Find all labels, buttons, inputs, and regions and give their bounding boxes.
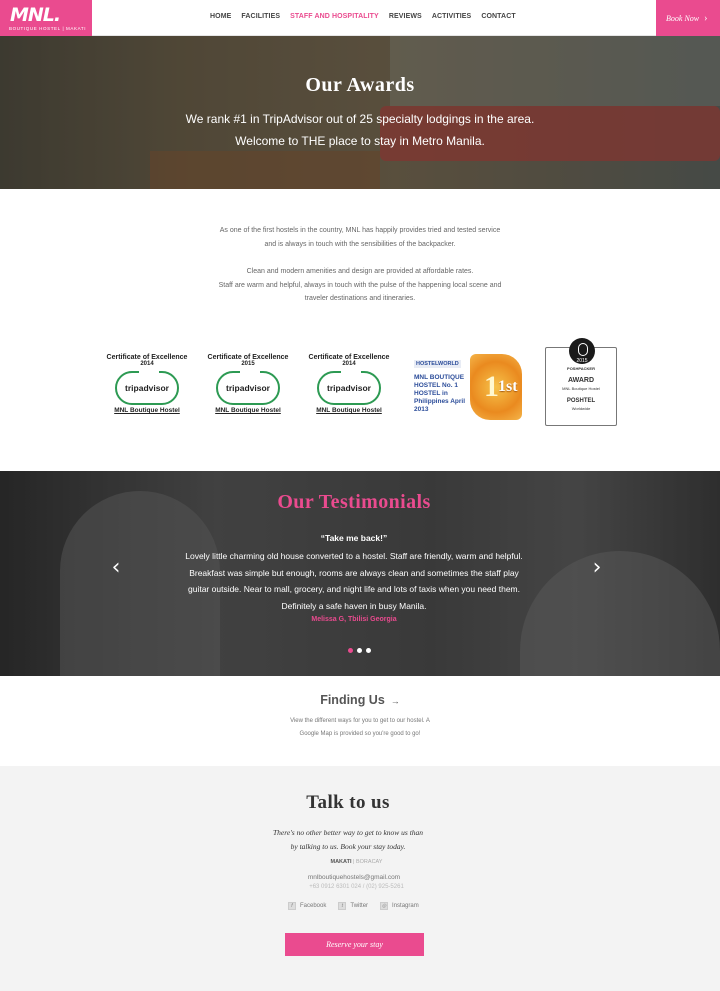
nav-activities[interactable]: ACTIVITIES — [432, 13, 472, 20]
posh-category: POSHTEL — [566, 398, 596, 404]
tripadvisor-owl-icon: tripadvisor — [317, 370, 381, 405]
main-menu: HOME FACILITIES STAFF AND HOSPITALITY RE… — [210, 13, 526, 20]
facebook-icon: f — [288, 902, 296, 910]
tripadvisor-owl-icon: tripadvisor — [115, 370, 179, 405]
cert-brand: tripadvisor — [327, 383, 371, 393]
cert-name: MNL Boutique Hostel — [114, 407, 180, 414]
award-number: 1 — [484, 370, 499, 403]
quote-author: Melissa G, Tbilisi Georgia — [311, 616, 397, 623]
cert-year: 2014 — [140, 361, 154, 367]
instagram-icon: ◎ — [380, 902, 389, 910]
top-nav: MNL. BOUTIQUE HOSTEL | MAKATI HOME FACIL… — [0, 0, 720, 36]
slider-dot[interactable] — [357, 648, 362, 653]
instagram-label: Instagram — [392, 903, 419, 909]
chevron-right-icon: › — [704, 12, 708, 24]
cert-name: MNL Boutique Hostel — [215, 407, 281, 414]
nav-facilities[interactable]: FACILITIES — [241, 13, 280, 20]
hostelworld-text: MNL BOUTIQUE HOSTEL No. 1 HOSTEL in Phil… — [414, 374, 466, 413]
instagram-link[interactable]: ◎ Instagram — [380, 902, 419, 910]
talk-to-us-section: Talk to us There's no other better way t… — [0, 766, 720, 991]
logo-mark: MNL. — [10, 4, 61, 26]
intro-line: and is always in touch with the sensibil… — [264, 240, 456, 248]
logo-subtitle: BOUTIQUE HOSTEL | MAKATI — [9, 26, 87, 31]
hero-line-1: We rank #1 in TripAdvisor out of 25 spec… — [185, 112, 535, 126]
twitter-icon: t — [338, 902, 347, 910]
book-now-label: Book Now — [666, 13, 700, 23]
quote-line: guitar outside. Near to mall, grocery, a… — [188, 584, 520, 594]
slider-dot[interactable] — [348, 648, 353, 653]
intro-line: Clean and modern amenities and design ar… — [246, 268, 474, 275]
intro-line: Staff are warm and helpful, always in to… — [218, 281, 502, 289]
intro-line: traveler destinations and itineraries. — [304, 295, 416, 302]
posh-sub: MNL Boutique Hostel — [562, 386, 600, 391]
twitter-link[interactable]: t Twitter — [338, 902, 368, 910]
nav-reviews[interactable]: REVIEWS — [389, 13, 422, 20]
facebook-link[interactable]: f Facebook — [288, 902, 326, 910]
hero-line-2: Welcome to THE place to stay in Metro Ma… — [235, 134, 485, 148]
poshpacker-award: 2015 POSHPACKER AWARD MNL Boutique Hoste… — [545, 338, 617, 426]
finding-line: View the different ways for you to get t… — [290, 718, 430, 724]
contact-email[interactable]: mnlboutiquehostels@gmail.com — [0, 874, 708, 881]
intro-paragraph-2: Clean and modern amenities and design ar… — [0, 265, 720, 306]
tripadvisor-certificate-2014-b: Certificate of Excellence 2014 tripadvis… — [304, 350, 394, 430]
finding-us-text: View the different ways for you to get t… — [0, 715, 720, 741]
quote-line: Definitely a safe haven in busy Manila. — [281, 600, 427, 611]
nav-contact[interactable]: CONTACT — [481, 13, 515, 20]
contact-phone: +63 0912 6301 024 / (02) 925-5261 — [309, 884, 404, 890]
finding-line: Google Map is provided so you're good to… — [299, 731, 421, 737]
intro-line: As one of the first hostels in the count… — [219, 227, 501, 234]
cert-year: 2015 — [241, 361, 255, 367]
cert-brand: tripadvisor — [226, 383, 270, 393]
slider-dot[interactable] — [366, 648, 371, 653]
intro-paragraph-1: As one of the first hostels in the count… — [0, 224, 720, 251]
cert-title: Certificate of Excellence — [207, 354, 289, 361]
posh-brand: POSHPACKER — [567, 366, 595, 371]
awards-hero: Our Awards We rank #1 in TripAdvisor out… — [0, 36, 720, 189]
location-boracay[interactable]: BORACAY — [356, 859, 383, 865]
cert-title: Certificate of Excellence — [308, 354, 390, 361]
tripadvisor-certificate-2014: Certificate of Excellence 2014 tripadvis… — [102, 350, 192, 430]
chevron-right-icon[interactable]: › — [587, 555, 607, 581]
posh-award: AWARD — [567, 377, 595, 384]
location-makati[interactable]: MAKATI — [331, 859, 352, 865]
finding-us-link[interactable]: Finding Us → — [0, 693, 720, 707]
medal-icon: 2015 — [569, 338, 595, 364]
location-switch: MAKATI | BORACAY — [0, 859, 713, 865]
talk-lead-line: There's no other better way to get to kn… — [272, 828, 424, 837]
logo[interactable]: MNL. BOUTIQUE HOSTEL | MAKATI — [0, 0, 92, 36]
quote-line: Lovely little charming old house convert… — [185, 551, 523, 561]
talk-lead: There's no other better way to get to kn… — [0, 826, 696, 854]
tripadvisor-certificate-2015: Certificate of Excellence 2015 tripadvis… — [203, 350, 293, 430]
chevron-left-icon[interactable]: ‹ — [106, 555, 126, 581]
talk-title: Talk to us — [306, 792, 390, 813]
talk-lead-line: by talking to us. Book your stay today. — [290, 842, 406, 851]
cert-brand: tripadvisor — [125, 383, 169, 393]
nav-staff-and-hospitality[interactable]: STAFF AND HOSPITALITY — [290, 13, 379, 20]
nav-home[interactable]: HOME — [210, 13, 231, 20]
reserve-your-stay-button[interactable]: Reserve your stay — [285, 933, 424, 956]
finding-us-section: Finding Us → View the different ways for … — [0, 693, 720, 741]
arrow-right-icon: → — [390, 696, 400, 706]
twitter-label: Twitter — [350, 903, 369, 909]
quote-title: “Take me back!” — [320, 533, 388, 543]
hostelworld-award: 1 1st HOSTELWORLD MNL BOUTIQUE HOSTEL No… — [414, 352, 524, 422]
book-now-button[interactable]: Book Now › — [656, 0, 720, 36]
tripadvisor-owl-icon: tripadvisor — [216, 370, 280, 405]
quote-text: Lovely little charming old house convert… — [160, 548, 548, 614]
testimonials-section: Our Testimonials “Take me back!” Lovely … — [0, 471, 720, 676]
posh-scope: Worldwide — [571, 406, 591, 411]
cert-year: 2014 — [342, 361, 356, 367]
finding-us-title: Finding Us — [320, 693, 385, 707]
cert-name: MNL Boutique Hostel — [316, 407, 382, 414]
posh-year: 2015 — [576, 358, 588, 364]
quote-line: Breakfast was simple but enough, rooms a… — [189, 567, 519, 578]
social-links: f Facebook t Twitter ◎ Instagram — [288, 902, 419, 910]
cert-title: Certificate of Excellence — [106, 354, 188, 361]
testimonials-title: Our Testimonials — [277, 491, 431, 513]
hostelworld-logo: HOSTELWORLD — [414, 360, 461, 368]
facebook-label: Facebook — [300, 903, 327, 909]
award-rank: 1st — [498, 378, 518, 395]
slider-dots — [348, 648, 371, 653]
hero-title: Our Awards — [305, 74, 415, 96]
